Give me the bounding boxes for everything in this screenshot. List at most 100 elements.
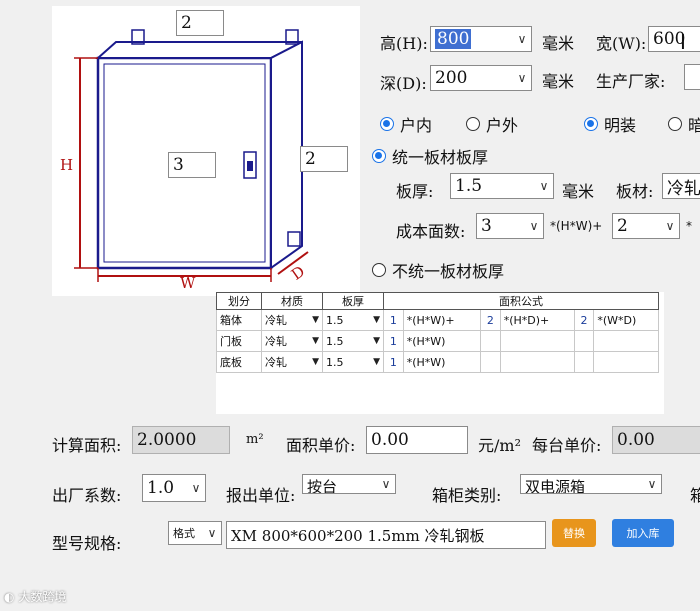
radio-surface-label: 明装 <box>604 116 637 135</box>
radio-indoor-label: 户内 <box>400 116 433 135</box>
table-row: 箱体 冷轧 ▼ 1.5 ▼ 1 *(H*W)+ 2 *(H*D)+ 2 *(W*D) <box>216 309 659 331</box>
dropdown-arrow-icon: ▼ <box>312 336 319 346</box>
factor-select[interactable]: 1.0 ∨ <box>142 474 206 502</box>
cabinet-type-select[interactable]: 双电源箱 ∨ <box>520 474 662 494</box>
cell-part: 箱体 <box>216 309 262 331</box>
radio-outdoor-dot <box>466 117 480 131</box>
cell-thickness[interactable]: 1.5 ▼ <box>322 309 384 331</box>
chevron-down-icon: ∨ <box>517 32 527 46</box>
model-label: 型号规格: <box>52 534 122 553</box>
report-unit-select[interactable]: 按台 ∨ <box>302 474 396 494</box>
radio-flush-label: 暗 <box>688 116 700 135</box>
dropdown-arrow-icon: ▼ <box>373 315 380 325</box>
radio-outdoor-label: 户外 <box>486 116 519 135</box>
cell-coef-3[interactable]: 2 <box>573 309 595 331</box>
replace-button[interactable]: 替换 <box>552 519 596 547</box>
cell-part: 底板 <box>216 351 262 373</box>
cell-coef-3[interactable] <box>573 330 595 352</box>
report-unit-value: 按台 <box>307 478 338 494</box>
side-count-input[interactable]: 2 <box>300 146 348 172</box>
radio-non-uniform-label: 不统一板材板厚 <box>392 262 505 281</box>
manufacturer-input[interactable] <box>684 64 700 90</box>
unit-price-input[interactable]: 0.00 <box>366 426 468 454</box>
height-label: 高(H): <box>380 34 428 53</box>
radio-surface[interactable]: 明装 <box>584 112 636 136</box>
thickness-select[interactable]: 1.5 ∨ <box>450 173 554 199</box>
cell-part-text: 底板 <box>220 356 242 369</box>
table-row: 门板 冷轧 ▼ 1.5 ▼ 1 *(H*W) <box>216 330 659 352</box>
cell-material[interactable]: 冷轧 ▼ <box>261 330 323 352</box>
area-value: 2.0000 <box>132 426 230 454</box>
factor-label: 出厂系数: <box>52 486 122 505</box>
cost-a-value: 3 <box>481 216 492 236</box>
depth-unit: 毫米 <box>542 72 575 91</box>
radio-non-uniform[interactable]: 不统一板材板厚 <box>372 258 504 282</box>
radio-uniform-dot <box>372 149 386 163</box>
cell-formula-2 <box>499 351 575 373</box>
cost-a-select[interactable]: 3 ∨ <box>476 213 544 239</box>
cell-part: 门板 <box>216 330 262 352</box>
cell-part-text: 箱体 <box>220 314 242 327</box>
depth-select[interactable]: 200 ∨ <box>430 65 532 91</box>
each-price-value: 0.00 <box>612 426 700 454</box>
format-select[interactable]: 格式 ∨ <box>168 521 222 545</box>
cell-thickness[interactable]: 1.5 ▼ <box>322 330 384 352</box>
dropdown-arrow-icon: ▼ <box>312 315 319 325</box>
col-part: 划分 <box>216 292 262 310</box>
height-value: 800 <box>435 29 472 49</box>
cell-material[interactable]: 冷轧 ▼ <box>261 309 323 331</box>
radio-uniform[interactable]: 统一板材板厚 <box>372 144 488 168</box>
cell-material[interactable]: 冷轧 ▼ <box>261 351 323 373</box>
radio-indoor[interactable]: 户内 <box>380 112 432 136</box>
top-count-input[interactable]: 2 <box>176 10 224 36</box>
label-h: H <box>60 156 74 174</box>
dropdown-arrow-icon: ▼ <box>373 357 380 367</box>
dropdown-arrow-icon: ▼ <box>312 357 319 367</box>
cell-formula-1: *(H*W) <box>402 351 482 373</box>
cell-thickness[interactable]: 1.5 ▼ <box>322 351 384 373</box>
radio-indoor-dot <box>380 117 394 131</box>
cost-b-select[interactable]: 2 ∨ <box>612 213 680 239</box>
report-unit-label: 报出单位: <box>226 486 296 505</box>
dropdown-arrow-icon: ▼ <box>373 336 380 346</box>
cell-coef-2[interactable] <box>480 330 501 352</box>
cell-coef-1-text: 1 <box>389 355 397 369</box>
height-select[interactable]: 800 ∨ <box>430 26 532 52</box>
unit-price-label: 面积单价: <box>286 436 356 455</box>
radio-outdoor[interactable]: 户外 <box>466 112 518 136</box>
cell-material-text: 冷轧 <box>265 356 287 369</box>
cell-thickness-text: 1.5 <box>326 313 344 327</box>
width-input[interactable]: 600 <box>648 26 700 52</box>
cell-coef-1[interactable]: 1 <box>383 351 404 373</box>
material-select[interactable]: 冷轧 <box>662 173 700 199</box>
cell-coef-1[interactable]: 1 <box>383 330 404 352</box>
thickness-unit: 毫米 <box>562 182 595 201</box>
cost-op1: *(H*W)+ <box>550 219 603 233</box>
thickness-label: 板厚: <box>396 182 434 201</box>
cell-coef-2-text: 2 <box>486 313 494 327</box>
text-cursor-icon: I <box>680 30 686 54</box>
add-to-library-button[interactable]: 加入库 <box>612 519 674 547</box>
chevron-down-icon: ∨ <box>381 477 391 491</box>
factor-value: 1.0 <box>147 478 175 498</box>
chevron-down-icon: ∨ <box>207 526 217 540</box>
cell-coef-2[interactable] <box>480 351 501 373</box>
cell-formula-3: *(W*D) <box>593 309 659 331</box>
format-value: 格式 <box>173 527 195 540</box>
chevron-down-icon: ∨ <box>517 71 527 85</box>
depth-label: 深(D): <box>380 74 427 93</box>
cell-coef-3-text: 2 <box>580 313 588 327</box>
manufacturer-label: 生产厂家: <box>596 72 666 91</box>
cell-coef-2[interactable]: 2 <box>480 309 501 331</box>
table-row: 底板 冷轧 ▼ 1.5 ▼ 1 *(H*W) <box>216 351 659 373</box>
height-unit: 毫米 <box>542 34 575 53</box>
cell-coef-1-text: 1 <box>389 313 397 327</box>
radio-flush[interactable]: 暗 <box>668 112 700 136</box>
front-count-input[interactable]: 3 <box>168 152 216 178</box>
area-label: 计算面积: <box>52 436 122 455</box>
cell-coef-3[interactable] <box>573 351 595 373</box>
model-input[interactable]: XM 800*600*200 1.5mm 冷轧钢板 <box>226 521 546 549</box>
label-w: W <box>180 274 196 292</box>
cell-coef-1[interactable]: 1 <box>383 309 404 331</box>
cell-formula-1-text: *(H*W) <box>406 334 446 348</box>
